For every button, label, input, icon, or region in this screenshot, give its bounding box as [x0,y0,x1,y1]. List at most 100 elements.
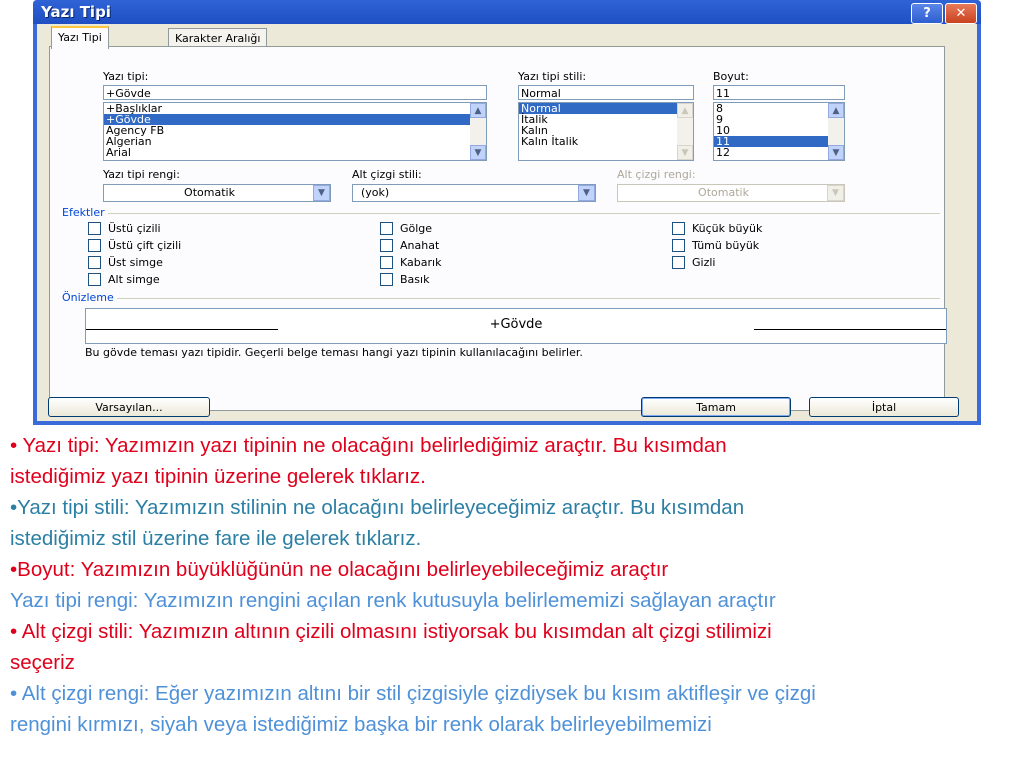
scroll-up-icon[interactable]: ▲ [470,103,486,118]
effect-label: Küçük büyük [692,222,763,235]
effect-label: Basık [400,273,430,286]
explanation-line: • Yazı tipi: Yazımızın yazı tipinin ne o… [10,434,727,457]
checkbox-icon[interactable] [88,256,101,269]
preview-note: Bu gövde teması yazı tipidir. Geçerli be… [85,346,583,359]
checkbox-icon[interactable] [672,256,685,269]
effect-checkbox[interactable]: Basık [380,273,429,287]
preview-title: Önizleme [62,291,117,304]
scroll-down-icon[interactable]: ▼ [470,145,486,160]
list-item[interactable]: 9 [714,114,844,125]
underline-style-value: (yok) [361,186,390,199]
effect-label: Gizli [692,256,716,269]
preview-divider [62,298,940,299]
underline-style-label: Alt çizgi stili: [352,168,422,181]
checkbox-icon[interactable] [88,222,101,235]
ok-button[interactable]: Tamam [641,397,791,417]
checkbox-icon[interactable] [672,222,685,235]
tab-font[interactable]: Yazı Tipi [51,26,109,49]
font-color-value: Otomatik [184,186,235,199]
checkbox-icon[interactable] [380,273,393,286]
effect-checkbox[interactable]: Anahat [380,239,439,253]
explanation-text: • Yazı tipi: Yazımızın yazı tipinin ne o… [10,430,1020,740]
title-bar[interactable]: Yazı Tipi ? ✕ [33,0,981,24]
underline-color-combo: Otomatik ▼ [617,184,845,202]
font-label: Yazı tipi: [103,70,149,83]
list-item[interactable]: Arial [104,147,486,158]
preview-box: +Gövde [85,308,947,344]
list-item[interactable]: Kalın İtalik [519,136,693,147]
explanation-line: • Alt çizgi rengi: Eğer yazımızın altını… [10,682,816,705]
style-label: Yazı tipi stili: [518,70,587,83]
chevron-down-icon: ▼ [827,185,844,201]
size-list-scrollbar[interactable]: ▲ ▼ [828,103,844,160]
font-color-label: Yazı tipi rengi: [103,168,180,181]
underline-color-label: Alt çizgi rengi: [617,168,696,181]
explanation-line: rengini kırmızı, siyah veya istediğimiz … [10,713,712,736]
explanation-line: Yazı tipi rengi: Yazımızın rengini açıla… [10,589,776,612]
underline-style-combo[interactable]: (yok) ▼ [352,184,596,202]
scroll-down-icon[interactable]: ▼ [828,145,844,160]
scroll-down-icon[interactable]: ▼ [677,145,693,160]
effect-checkbox[interactable]: Gölge [380,222,432,236]
font-dialog: Yazı Tipi ? ✕ Yazı Tipi Karakter Aralığı… [33,0,981,425]
explanation-line: • Alt çizgi stili: Yazımızın altının çiz… [10,620,772,643]
scroll-up-icon[interactable]: ▲ [677,103,693,118]
checkbox-icon[interactable] [380,222,393,235]
effect-checkbox[interactable]: Küçük büyük [672,222,762,236]
effect-label: Anahat [400,239,440,252]
font-input[interactable]: +Gövde [103,85,487,100]
size-input[interactable]: 11 [713,85,845,100]
effect-label: Kabarık [400,256,442,269]
chevron-down-icon[interactable]: ▼ [313,185,330,201]
checkbox-icon[interactable] [88,273,101,286]
dialog-body: Yazı Tipi Karakter Aralığı Yazı tipi: +G… [37,24,977,421]
list-item[interactable]: Algerian [104,136,486,147]
checkbox-icon[interactable] [380,256,393,269]
list-item[interactable]: 8 [714,103,844,114]
chevron-down-icon[interactable]: ▼ [578,185,595,201]
style-input[interactable]: Normal [518,85,694,100]
checkbox-icon[interactable] [380,239,393,252]
list-item[interactable]: 11 [714,136,844,147]
effect-label: Gölge [400,222,433,235]
effect-checkbox[interactable]: Üst simge [88,256,163,270]
effects-title: Efektler [62,206,108,219]
list-item[interactable]: 12 [714,147,844,158]
size-list[interactable]: ▲ ▼ 8 9 10 11 12 [713,102,845,161]
effect-label: Üst simge [108,256,163,269]
effect-checkbox[interactable]: Üstü çizili [88,222,161,236]
list-item[interactable]: Agency FB [104,125,486,136]
list-item[interactable]: 10 [714,125,844,136]
checkbox-icon[interactable] [672,239,685,252]
effect-checkbox[interactable]: Tümü büyük [672,239,759,253]
effects-divider [62,213,940,214]
default-button[interactable]: Varsayılan... [48,397,210,417]
underline-color-value: Otomatik [698,186,749,199]
effect-checkbox[interactable]: Üstü çift çizili [88,239,181,253]
window-title: Yazı Tipi [41,3,111,21]
explanation-line: •Yazı tipi stili: Yazımızın stilinin ne … [10,496,745,519]
checkbox-icon[interactable] [88,239,101,252]
explanation-line: istediğimiz stil üzerine fare ile gelere… [10,527,422,550]
effect-label: Üstü çift çizili [108,239,182,252]
help-button[interactable]: ? [911,3,943,24]
style-list[interactable]: ▲ ▼ Normal İtalik Kalın Kalın İtalik [518,102,694,161]
effect-checkbox[interactable]: Alt simge [88,273,160,287]
effect-label: Alt simge [108,273,160,286]
preview-line-right [754,329,946,330]
effect-checkbox[interactable]: Gizli [672,256,715,270]
size-label: Boyut: [713,70,749,83]
font-color-combo[interactable]: Otomatik ▼ [103,184,331,202]
explanation-line: seçeriz [10,651,75,674]
scroll-up-icon[interactable]: ▲ [828,103,844,118]
font-list-scrollbar[interactable]: ▲ ▼ [470,103,486,160]
explanation-line: istediğimiz yazı tipinin üzerine gelerek… [10,465,426,488]
close-button[interactable]: ✕ [945,3,977,24]
cancel-button[interactable]: İptal [809,397,959,417]
font-list[interactable]: ▲ ▼ +Başlıklar +Gövde Agency FB Algerian Ari… [103,102,487,161]
effect-label: Üstü çizili [108,222,161,235]
explanation-line: •Boyut: Yazımızın büyüklüğünün ne olacağ… [10,558,669,581]
list-item[interactable]: +Başlıklar [104,103,486,114]
style-list-scrollbar[interactable]: ▲ ▼ [677,103,693,160]
effect-checkbox[interactable]: Kabarık [380,256,441,270]
